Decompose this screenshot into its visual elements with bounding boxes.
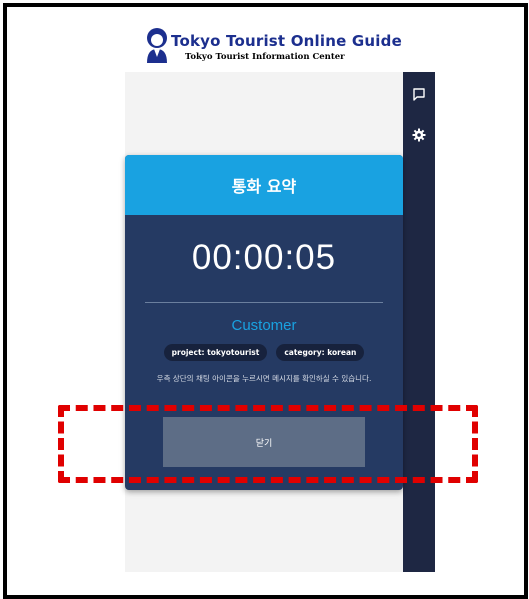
right-sidebar <box>403 72 435 572</box>
call-duration: 00:00:05 <box>191 238 337 277</box>
divider <box>145 302 383 303</box>
chat-icon[interactable] <box>411 86 427 102</box>
caller-name: Customer <box>231 317 297 334</box>
category-tag: category: korean <box>276 344 365 361</box>
chat-hint-text: 우측 상단의 채팅 아이콘을 누르시면 메시지를 확인하실 수 있습니다. <box>156 374 372 383</box>
tag-list: project: tokyotourist category: korean <box>125 344 403 361</box>
guide-woman-icon <box>147 28 167 63</box>
brand-logo: Tokyo Tourist Online Guide Tokyo Tourist… <box>145 27 402 67</box>
brand-subtitle: Tokyo Tourist Information Center <box>185 52 345 62</box>
brand-title: Tokyo Tourist Online Guide <box>171 32 402 50</box>
gear-icon[interactable] <box>411 127 427 143</box>
highlight-box <box>58 405 478 483</box>
modal-title: 통화 요약 <box>231 177 297 196</box>
modal-header: 통화 요약 <box>125 155 403 215</box>
project-tag: project: tokyotourist <box>163 344 268 361</box>
